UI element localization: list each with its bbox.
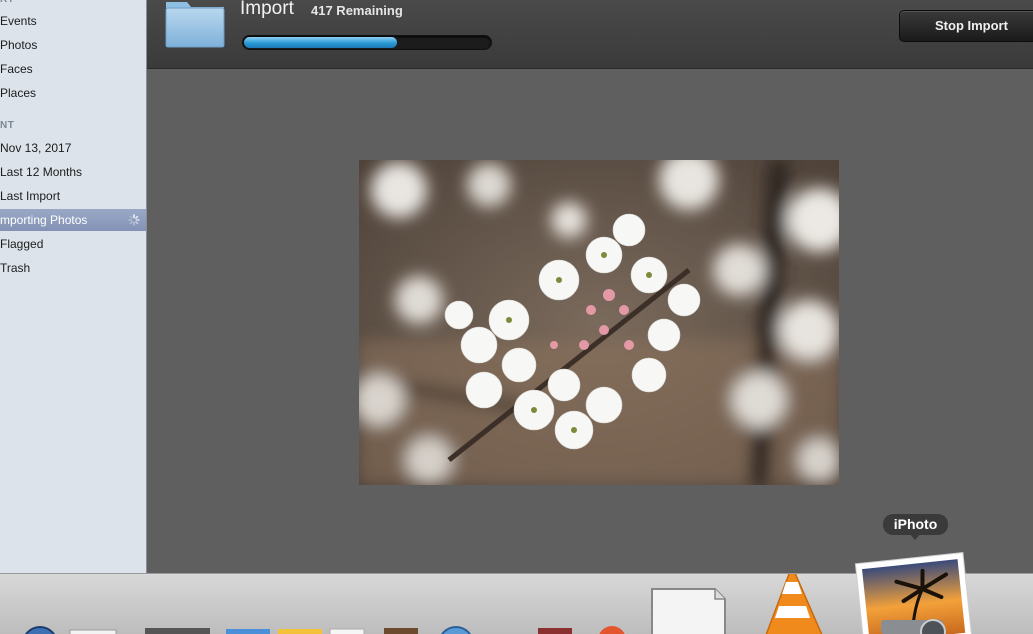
- sidebar-item-label: Places: [0, 86, 37, 100]
- utility-icon[interactable]: [145, 628, 210, 634]
- sidebar-header-library: RY: [0, 0, 15, 5]
- sidebar-item-label: Flagged: [0, 237, 44, 251]
- sidebar-item-label: Photos: [0, 38, 38, 52]
- import-progress-bar: [242, 35, 492, 50]
- app-store-icon[interactable]: [439, 626, 473, 634]
- textedit-icon[interactable]: [329, 628, 365, 634]
- sidebar-item-places[interactable]: Places: [0, 82, 146, 104]
- finder-icon[interactable]: [226, 629, 270, 634]
- folder-icon: [165, 2, 225, 48]
- sidebar-item-label: mporting Photos: [0, 213, 88, 227]
- sidebar-item-photos[interactable]: Photos: [0, 34, 146, 56]
- dock-tooltip: iPhoto: [883, 514, 948, 535]
- sidebar-item-label: Events: [0, 14, 37, 28]
- import-toolbar: Import 417 Remaining Stop Import: [147, 0, 1033, 69]
- sidebar-item-importing-photos[interactable]: mporting Photos: [0, 209, 146, 231]
- libreoffice-icon[interactable]: [651, 588, 726, 634]
- sidebar-header-recent: NT: [0, 120, 15, 131]
- sidebar: RY Events Photos Faces Places NT Nov 13,…: [0, 0, 147, 573]
- sidebar-item-trash[interactable]: Trash: [0, 257, 146, 279]
- sidebar-item-label: Trash: [0, 261, 31, 275]
- safari-icon[interactable]: [23, 626, 57, 634]
- sidebar-item-last-12-months[interactable]: Last 12 Months: [0, 161, 146, 183]
- sidebar-item-last-import[interactable]: Last Import: [0, 185, 146, 207]
- sidebar-item-events[interactable]: Events: [0, 10, 146, 32]
- remaining-count: 417 Remaining: [311, 3, 403, 18]
- sidebar-item-flagged[interactable]: Flagged: [0, 233, 146, 255]
- sidebar-item-label: Last 12 Months: [0, 165, 83, 179]
- app-icon[interactable]: [384, 628, 418, 634]
- calendar-icon[interactable]: [538, 628, 572, 634]
- import-progress-fill: [244, 37, 397, 48]
- spinner-icon: [128, 214, 140, 226]
- sidebar-item-label: Faces: [0, 62, 33, 76]
- sidebar-item-label: Nov 13, 2017: [0, 141, 72, 155]
- document-icon[interactable]: [69, 629, 117, 634]
- sidebar-item-nov-13-2017[interactable]: Nov 13, 2017: [0, 137, 146, 159]
- firefox-icon[interactable]: [598, 626, 626, 634]
- stop-import-button[interactable]: Stop Import: [899, 10, 1033, 42]
- dock-tooltip-tail: [910, 534, 920, 540]
- iphoto-icon[interactable]: [853, 550, 975, 634]
- import-title: Import: [240, 0, 294, 19]
- import-preview-photo: [359, 160, 839, 485]
- sidebar-item-faces[interactable]: Faces: [0, 58, 146, 80]
- notes-icon[interactable]: [278, 629, 322, 634]
- sidebar-item-label: Last Import: [0, 189, 61, 203]
